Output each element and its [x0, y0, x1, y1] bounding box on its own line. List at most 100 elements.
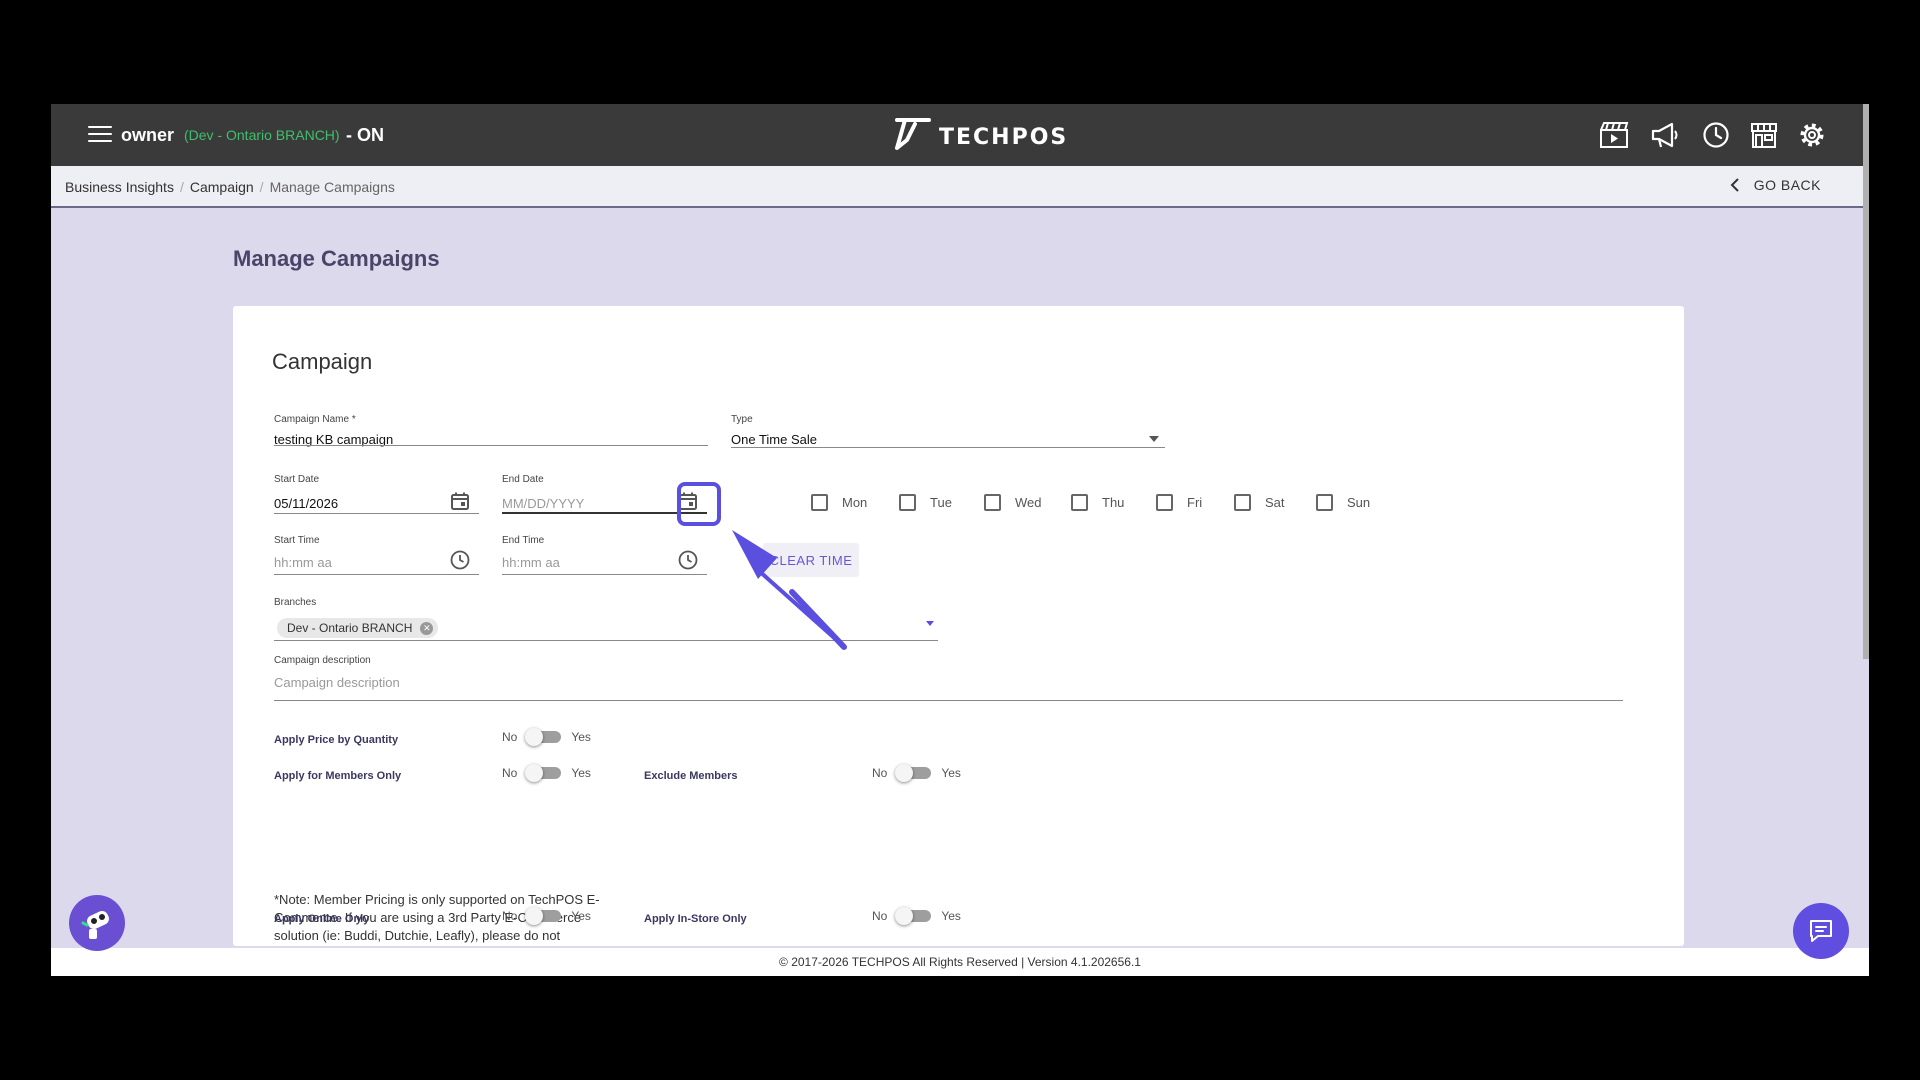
chat-icon — [1810, 920, 1832, 942]
day-label: Sun — [1347, 495, 1371, 510]
start-time-placeholder: hh:mm aa — [274, 555, 332, 570]
day-label: Mon — [842, 495, 868, 510]
campaign-name-label: Campaign Name * — [274, 414, 356, 425]
breadcrumb-business-insights[interactable]: Business Insights — [65, 179, 174, 195]
menu-icon[interactable] — [88, 126, 112, 144]
card-title: Campaign — [272, 349, 373, 374]
breadcrumb-campaign[interactable]: Campaign — [190, 179, 254, 195]
toggle-no-label: No — [872, 766, 888, 780]
members-only-toggle[interactable]: No Yes — [502, 764, 591, 782]
end-date-placeholder: MM/DD/YYYY — [502, 496, 585, 511]
scrollbar[interactable] — [1863, 104, 1869, 659]
price-by-quantity-label: Apply Price by Quantity — [274, 734, 399, 746]
toggle-yes-label: Yes — [941, 766, 961, 780]
gear-icon[interactable] — [1795, 118, 1829, 152]
campaign-name-field[interactable]: Campaign Name * testing KB campaign — [274, 414, 708, 447]
go-back-label: GO BACK — [1753, 177, 1821, 193]
day-label: Tue — [930, 495, 952, 510]
chevron-left-icon — [1730, 178, 1739, 192]
end-date-label: End Date — [502, 474, 544, 485]
toggle-switch[interactable] — [525, 764, 562, 782]
logo-text: TECHPOS — [939, 124, 1069, 150]
day-label: Thu — [1102, 495, 1125, 510]
status-label: - ON — [346, 125, 384, 145]
branch-name: (Dev - Ontario BRANCH) — [184, 127, 340, 143]
toggle-switch[interactable] — [895, 907, 932, 925]
breadcrumb-separator: / — [259, 179, 264, 195]
caret-down-icon — [1149, 436, 1159, 442]
top-bar: owner (Dev - Ontario BRANCH) - ON TECHPO… — [51, 104, 1869, 166]
start-time-label: Start Time — [274, 535, 320, 546]
megaphone-icon[interactable] — [1648, 118, 1682, 152]
end-time-field[interactable]: End Time hh:mm aa — [502, 535, 707, 575]
price-by-quantity-toggle[interactable]: No Yes — [502, 728, 591, 746]
start-date-field[interactable]: Start Date 05/11/2026 — [274, 474, 479, 514]
type-select[interactable]: Type One Time Sale — [731, 414, 1165, 448]
members-only-label: Apply for Members Only — [274, 770, 402, 782]
calendar-icon[interactable] — [449, 490, 471, 512]
day-checkbox-tue[interactable]: Tue — [899, 494, 952, 511]
in-store-only-toggle[interactable]: No Yes — [872, 907, 961, 925]
toggle-no-label: No — [502, 766, 518, 780]
toggle-no-label: No — [872, 909, 888, 923]
toggle-yes-label: Yes — [571, 766, 591, 780]
clock-icon[interactable] — [677, 549, 699, 571]
exclude-members-label: Exclude Members — [644, 770, 738, 782]
day-checkbox-wed[interactable]: Wed — [984, 494, 1042, 511]
description-label: Campaign description — [274, 655, 371, 666]
start-date-value: 05/11/2026 — [274, 496, 339, 511]
day-label: Wed — [1015, 495, 1042, 510]
day-checkbox-fri[interactable]: Fri — [1156, 494, 1202, 511]
campaign-card: Campaign Campaign Name * testing KB camp… — [233, 306, 1684, 961]
campaign-description-field[interactable]: Campaign description Campaign descriptio… — [274, 655, 1623, 701]
end-time-placeholder: hh:mm aa — [502, 555, 560, 570]
branch-chip: Dev - Ontario BRANCH ✕ — [277, 618, 439, 638]
breadcrumb: Business Insights / Campaign / Manage Ca… — [51, 166, 1869, 208]
online-only-toggle[interactable]: No Yes — [502, 907, 591, 925]
chip-remove-icon[interactable]: ✕ — [420, 622, 434, 635]
online-only-label: Apply Online Only — [274, 913, 370, 925]
branch-chip-label: Dev - Ontario BRANCH — [287, 621, 413, 635]
type-value: One Time Sale — [731, 432, 817, 447]
go-back-button[interactable]: GO BACK — [1730, 177, 1821, 193]
app-window: owner (Dev - Ontario BRANCH) - ON TECHPO… — [51, 104, 1869, 976]
day-checkbox-sat[interactable]: Sat — [1234, 494, 1285, 511]
type-label: Type — [731, 414, 753, 425]
footer: © 2017-2026 TECHPOS All Rights Reserved … — [51, 948, 1869, 976]
toggle-switch[interactable] — [525, 728, 562, 746]
toggle-switch[interactable] — [525, 907, 562, 925]
robot-icon — [81, 910, 109, 939]
page-title: Manage Campaigns — [233, 246, 440, 271]
start-time-field[interactable]: Start Time hh:mm aa — [274, 535, 479, 575]
description-placeholder: Campaign description — [274, 675, 400, 690]
breadcrumb-separator: / — [179, 179, 184, 195]
chat-button[interactable] — [1793, 903, 1849, 959]
start-date-label: Start Date — [274, 474, 320, 485]
in-store-only-label: Apply In-Store Only — [644, 913, 747, 925]
helper-bot-button[interactable] — [69, 895, 125, 951]
clapperboard-icon[interactable] — [1597, 118, 1631, 152]
branches-label: Branches — [274, 597, 317, 608]
caret-down-icon[interactable] — [926, 621, 934, 626]
exclude-members-toggle[interactable]: No Yes — [872, 764, 961, 782]
breadcrumb-manage-campaigns: Manage Campaigns — [269, 179, 395, 195]
end-date-calendar-highlight — [677, 482, 721, 526]
toggle-switch[interactable] — [895, 764, 932, 782]
clock-icon[interactable] — [449, 549, 471, 571]
day-label: Sat — [1265, 495, 1285, 510]
toggle-no-label: No — [502, 730, 518, 744]
store-icon[interactable] — [1747, 118, 1781, 152]
day-checkbox-mon[interactable]: Mon — [811, 494, 867, 511]
user-name: owner — [121, 125, 175, 145]
branches-select[interactable]: Branches Dev - Ontario BRANCH ✕ — [274, 597, 938, 641]
day-checkbox-thu[interactable]: Thu — [1071, 494, 1124, 511]
clock-icon[interactable] — [1699, 118, 1733, 152]
toggle-yes-label: Yes — [941, 909, 961, 923]
toggle-yes-label: Yes — [571, 909, 591, 923]
techpos-logo-mark — [895, 118, 931, 150]
toggle-no-label: No — [502, 909, 518, 923]
techpos-logo: TECHPOS — [887, 114, 1068, 154]
end-time-label: End Time — [502, 535, 545, 546]
clear-time-button[interactable]: CLEAR TIME — [763, 543, 859, 577]
day-checkbox-sun[interactable]: Sun — [1316, 494, 1370, 511]
